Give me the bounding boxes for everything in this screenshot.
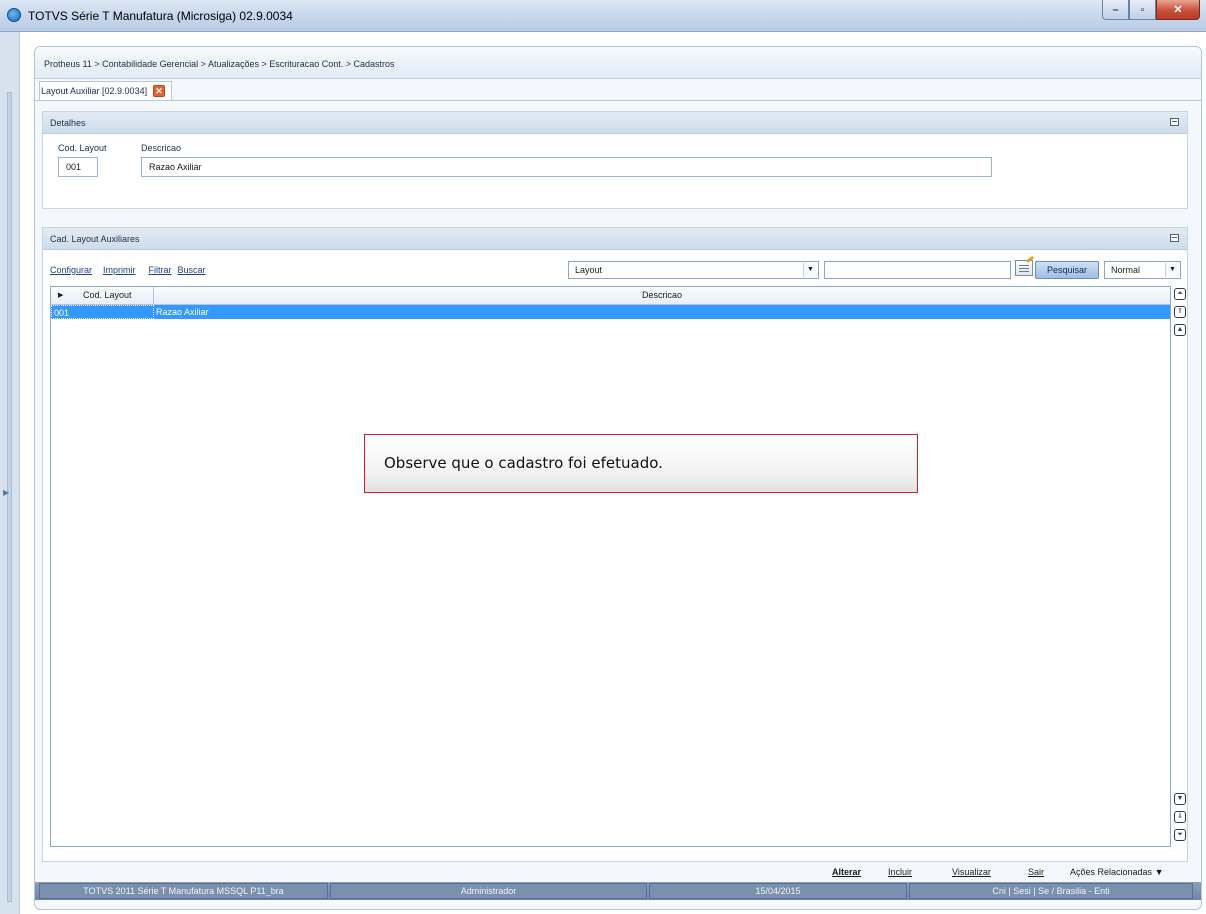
tab-label: Layout Auxiliar [02.9.0034]	[41, 86, 148, 96]
cod-layout-label: Cod. Layout	[58, 143, 107, 153]
close-tab-icon[interactable]: ✕	[153, 85, 166, 97]
buscar-link[interactable]: Buscar	[178, 265, 206, 275]
column-header-cod-layout[interactable]: ▶ Cod. Layout	[51, 287, 154, 304]
descricao-field[interactable]: Razao Axiliar	[141, 157, 992, 177]
data-grid: ▶ Cod. Layout Descricao 001 Razao Axilia…	[50, 286, 1171, 847]
breadcrumb-bar: Protheus 11 > Contabilidade Gerencial > …	[35, 47, 1201, 79]
tab-divider	[35, 100, 1201, 101]
callout-annotation: Observe que o cadastro foi efetuado.	[364, 434, 918, 493]
index-select[interactable]: Layout ▼	[568, 261, 819, 279]
tab-layout-auxiliar[interactable]: Layout Auxiliar [02.9.0034] ✕	[39, 81, 173, 100]
expand-arrow-icon[interactable]: ▶	[3, 488, 9, 497]
collapse-icon[interactable]	[1170, 234, 1179, 242]
row-indicator-icon: ▶	[58, 292, 64, 299]
callout-text: Observe que o cadastro foi efetuado.	[384, 454, 663, 472]
status-system: TOTVS 2011 Série T Manufatura MSSQL P11_…	[39, 883, 328, 899]
scroll-up-icon[interactable]: ▲	[1174, 324, 1186, 336]
grid-header: ▶ Cod. Layout Descricao	[51, 287, 1170, 305]
status-user: Administrador	[330, 883, 647, 899]
chevron-down-icon: ▼	[803, 263, 817, 277]
status-date: 15/04/2015	[649, 883, 907, 899]
window-titlebar: TOTVS Série T Manufatura (Microsiga) 02.…	[0, 0, 1206, 32]
acoes-relacionadas-menu[interactable]: Ações Relacionadas ▼	[1070, 867, 1163, 877]
incluir-button[interactable]: Incluir	[888, 867, 912, 877]
window-controls: – ▫ ✕	[1102, 0, 1200, 20]
minimize-button[interactable]: –	[1102, 0, 1129, 20]
status-bar: TOTVS 2011 Série T Manufatura MSSQL P11_…	[35, 882, 1201, 900]
scroll-bottom-icon[interactable]: ⏷	[1174, 829, 1186, 841]
window-title: TOTVS Série T Manufatura (Microsiga) 02.…	[28, 9, 293, 23]
grid-panel: Cad. Layout Auxiliares Configurar Imprim…	[42, 227, 1188, 862]
alterar-button[interactable]: Alterar	[832, 867, 861, 877]
app-logo-icon	[7, 8, 21, 22]
descricao-label: Descricao	[141, 143, 182, 153]
status-company: Cni | Sesi | Se / Brasilia - Enti	[909, 883, 1193, 899]
column-header-descricao[interactable]: Descricao	[154, 287, 1170, 304]
cell-cod-layout[interactable]: 001	[51, 305, 154, 319]
scroll-top-icon[interactable]: ⏶	[1174, 288, 1186, 300]
details-header: Detalhes	[43, 112, 1187, 134]
cell-descricao[interactable]: Razao Axiliar	[156, 307, 209, 317]
left-gutter: ▶	[0, 32, 20, 914]
maximize-button[interactable]: ▫	[1129, 0, 1156, 20]
table-row[interactable]: 001 Razao Axiliar	[51, 305, 1170, 319]
notepad-icon[interactable]	[1015, 260, 1033, 276]
search-input[interactable]	[824, 261, 1011, 279]
scroll-down-icon[interactable]: ▼	[1174, 793, 1186, 805]
filtrar-link[interactable]: Filtrar	[149, 265, 172, 275]
side-panel-handle[interactable]	[7, 92, 12, 902]
details-title: Detalhes	[50, 118, 86, 128]
chevron-down-icon: ▼	[1165, 263, 1179, 277]
pesquisar-button[interactable]: Pesquisar	[1035, 261, 1099, 279]
details-panel: Detalhes Cod. Layout 001 Descricao Razao…	[42, 111, 1188, 209]
cod-layout-field[interactable]: 001	[58, 157, 98, 177]
scroll-page-down-icon[interactable]: ⇓	[1174, 811, 1186, 823]
grid-panel-header: Cad. Layout Auxiliares	[43, 228, 1187, 250]
visualizar-button[interactable]: Visualizar	[952, 867, 991, 877]
collapse-icon[interactable]	[1170, 118, 1179, 126]
index-select-value: Layout	[575, 265, 603, 275]
close-window-button[interactable]: ✕	[1156, 0, 1200, 20]
sair-button[interactable]: Sair	[1028, 867, 1044, 877]
grid-toolbar-links: Configurar Imprimir Filtrar Buscar	[50, 265, 206, 275]
configurar-link[interactable]: Configurar	[50, 265, 92, 275]
imprimir-link[interactable]: Imprimir	[103, 265, 136, 275]
mode-select-value: Normal	[1111, 265, 1141, 275]
mode-select[interactable]: Normal ▼	[1104, 261, 1181, 279]
scroll-page-up-icon[interactable]: ⇑	[1174, 306, 1186, 318]
breadcrumb: Protheus 11 > Contabilidade Gerencial > …	[44, 59, 395, 69]
grid-panel-title: Cad. Layout Auxiliares	[50, 234, 140, 244]
